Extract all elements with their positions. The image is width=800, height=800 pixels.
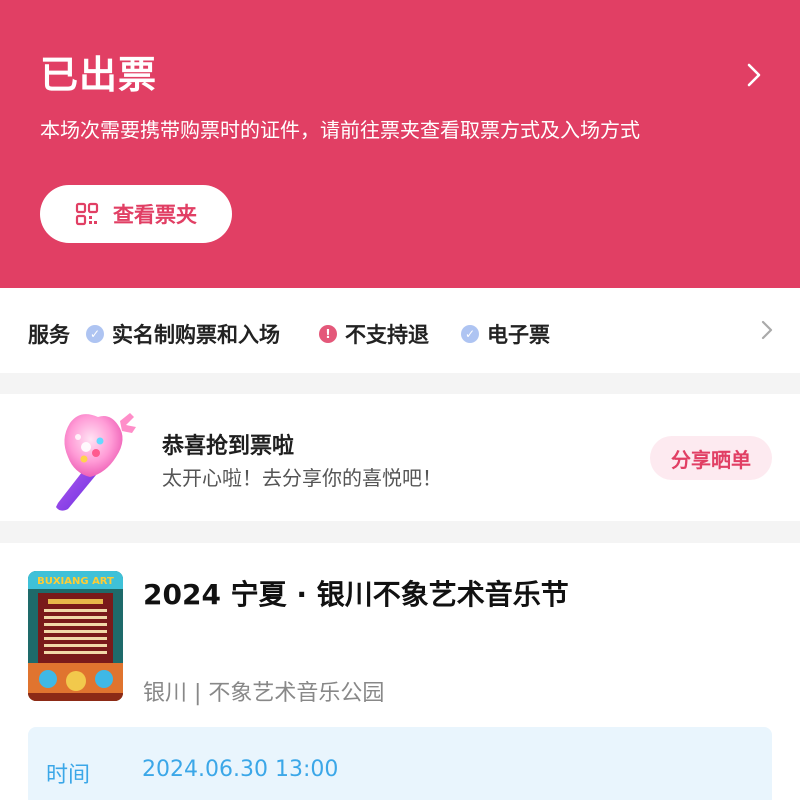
view-ticket-wallet-button[interactable]: 查看票夹 (40, 185, 232, 243)
event-card[interactable]: BUXIANG ART 2024 宁夏 · 银川不象艺术音乐节 银川 | 不象艺… (0, 543, 800, 800)
ticket-status-header: 已出票 本场次需要携带购票时的证件，请前往票夹查看取票方式及入场方式 查看票夹 (0, 0, 800, 288)
share-card: 恭喜抢到票啦 太开心啦！去分享你的喜悦吧！ 分享晒单 (0, 394, 800, 521)
share-subtitle: 太开心啦！去分享你的喜悦吧！ (162, 466, 442, 490)
service-label: 实名制购票和入场 (112, 323, 280, 347)
exclamation-icon: ! (319, 325, 337, 343)
service-label: 不支持退 (345, 323, 429, 347)
event-time-box: 时间 2024.06.30 13:00 (28, 727, 772, 800)
check-icon: ✓ (86, 325, 104, 343)
event-title: 2024 宁夏 · 银川不象艺术音乐节 (143, 578, 569, 611)
time-label: 时间 (46, 763, 91, 788)
check-icon: ✓ (461, 325, 479, 343)
service-real-name: ✓ 实名制购票和入场 (86, 319, 280, 349)
service-no-refund: ! 不支持退 (319, 319, 429, 349)
services-label: 服务 (28, 323, 70, 347)
ticket-status-title: 已出票 (40, 53, 158, 97)
qr-code-icon (75, 202, 99, 226)
services-row[interactable]: 服务 ✓ 实名制购票和入场 ! 不支持退 ✓ 电子票 (0, 288, 800, 373)
ticket-instructions: 本场次需要携带购票时的证件，请前往票夹查看取票方式及入场方式 (40, 118, 640, 142)
time-value: 2024.06.30 13:00 (142, 757, 339, 782)
view-ticket-wallet-label: 查看票夹 (113, 203, 197, 227)
share-title: 恭喜抢到票啦 (162, 434, 295, 459)
event-venue: 银川 | 不象艺术音乐公园 (143, 681, 385, 706)
poster-title-text: BUXIANG ART (37, 576, 114, 587)
chevron-right-icon[interactable] (741, 62, 767, 88)
event-poster: BUXIANG ART (28, 571, 123, 701)
service-e-ticket: ✓ 电子票 (461, 319, 550, 349)
share-order-button[interactable]: 分享晒单 (650, 436, 772, 480)
light-stick-illustration (56, 413, 136, 511)
chevron-right-icon[interactable] (758, 319, 776, 341)
service-label: 电子票 (487, 323, 550, 347)
